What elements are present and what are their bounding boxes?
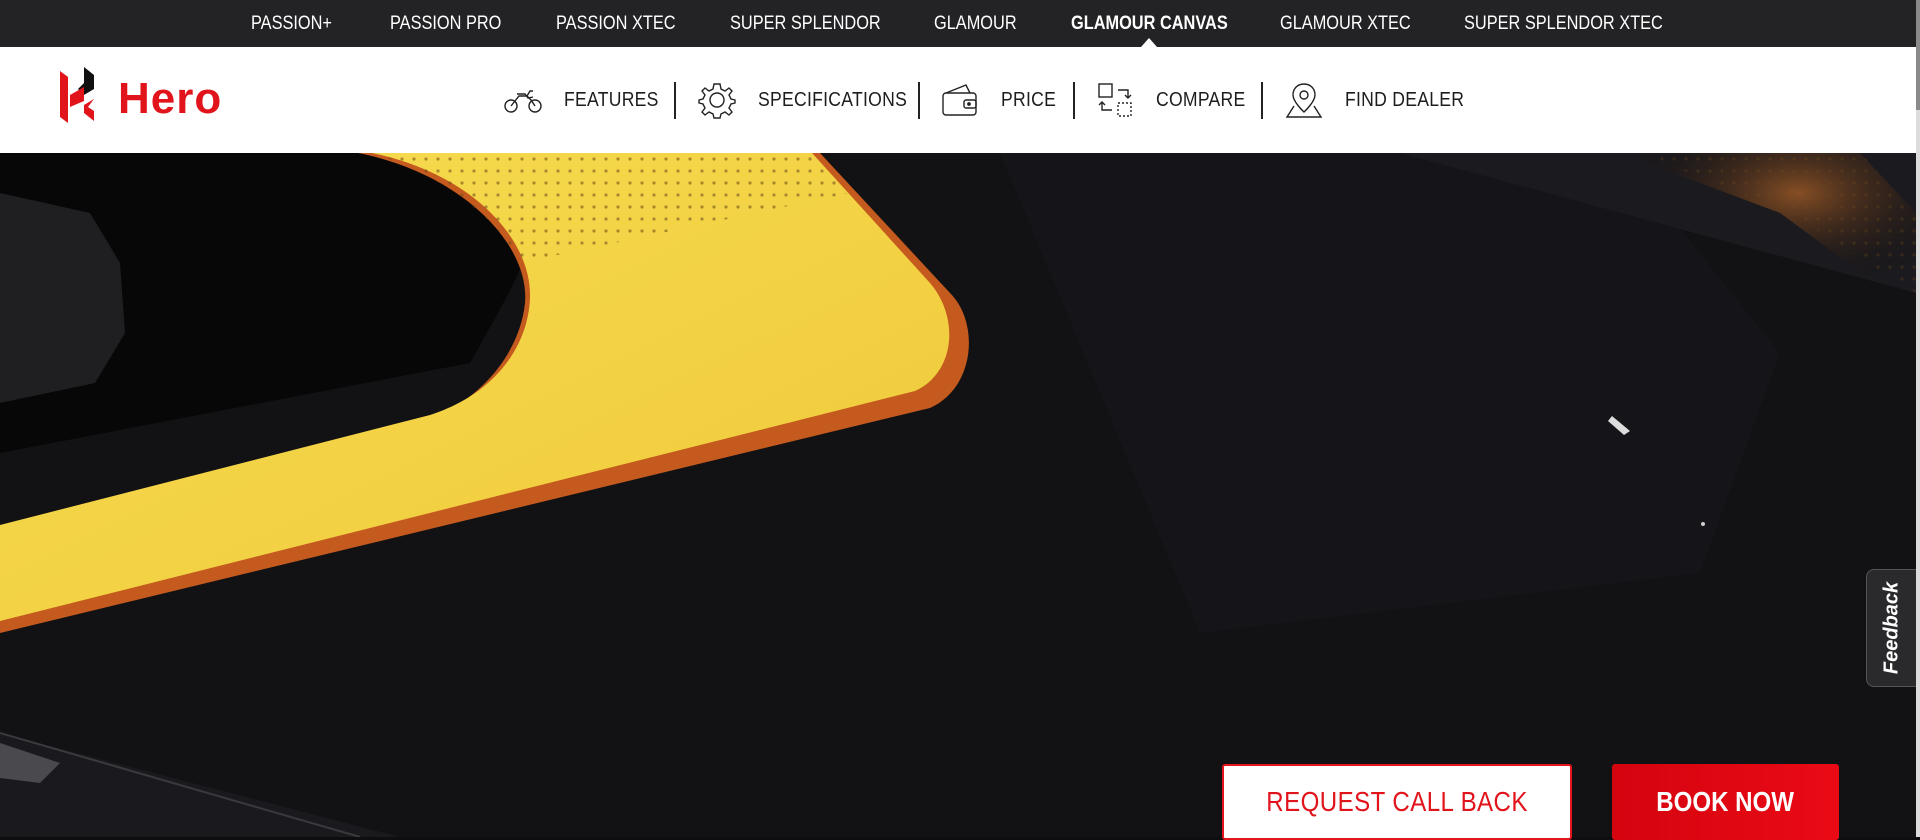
nav-specifications-label: SPECIFICATIONS [758, 88, 908, 111]
map-pin-icon [1283, 79, 1325, 121]
nav-compare-label: COMPARE [1156, 88, 1246, 111]
model-link-super-splendor[interactable]: SUPER SPLENDOR [730, 0, 881, 47]
book-now-label: BOOK NOW [1656, 786, 1795, 817]
nav-divider [918, 82, 920, 119]
nav-divider [674, 82, 676, 119]
nav-price-label: PRICE [1001, 88, 1057, 111]
nav-features-label: FEATURES [564, 88, 659, 111]
hero-motorcycle-tank-image [0, 153, 1916, 837]
model-link-super-splendor-xtec[interactable]: SUPER SPLENDOR XTEC [1464, 0, 1663, 47]
model-bar: PASSION+ PASSION PRO PASSION XTEC SUPER … [0, 0, 1916, 47]
hero-banner [0, 153, 1916, 837]
model-link-glamour[interactable]: GLAMOUR [934, 0, 1017, 47]
scrollbar-thumb[interactable] [1916, 0, 1920, 110]
nav-compare[interactable]: COMPARE [1094, 47, 1258, 153]
nav-find-dealer-label: FIND DEALER [1345, 88, 1465, 111]
nav-specifications[interactable]: SPECIFICATIONS [696, 47, 927, 153]
compare-icon [1094, 79, 1136, 121]
model-link-passion-xtec[interactable]: PASSION XTEC [556, 0, 676, 47]
hero-logo[interactable]: Hero [58, 65, 248, 127]
gear-icon [696, 79, 738, 121]
feedback-label: Feedback [1880, 581, 1902, 675]
active-model-indicator [1141, 38, 1157, 47]
nav-find-dealer[interactable]: FIND DEALER [1283, 47, 1481, 153]
nav-features[interactable]: FEATURES [502, 47, 672, 153]
wallet-icon [939, 79, 981, 121]
nav-price[interactable]: PRICE [939, 47, 1064, 153]
motorcycle-icon [502, 79, 544, 121]
nav-divider [1073, 82, 1075, 119]
model-link-glamour-xtec[interactable]: GLAMOUR XTEC [1280, 0, 1411, 47]
site-header: Hero FEATURES SPECIFICATIONS PRICE COMPA… [0, 47, 1916, 153]
feedback-tab[interactable]: Feedback [1866, 569, 1916, 687]
request-call-back-label: REQUEST CALL BACK [1266, 786, 1528, 817]
nav-divider [1261, 82, 1263, 119]
svg-text:Hero: Hero [118, 74, 222, 123]
request-call-back-button[interactable]: REQUEST CALL BACK [1222, 764, 1572, 840]
model-link-passion-plus[interactable]: PASSION+ [251, 0, 332, 47]
hero-logo-mark: Hero [60, 67, 222, 123]
scrollbar[interactable] [1916, 0, 1920, 837]
book-now-button[interactable]: BOOK NOW [1612, 764, 1839, 840]
model-link-passion-pro[interactable]: PASSION PRO [390, 0, 501, 47]
